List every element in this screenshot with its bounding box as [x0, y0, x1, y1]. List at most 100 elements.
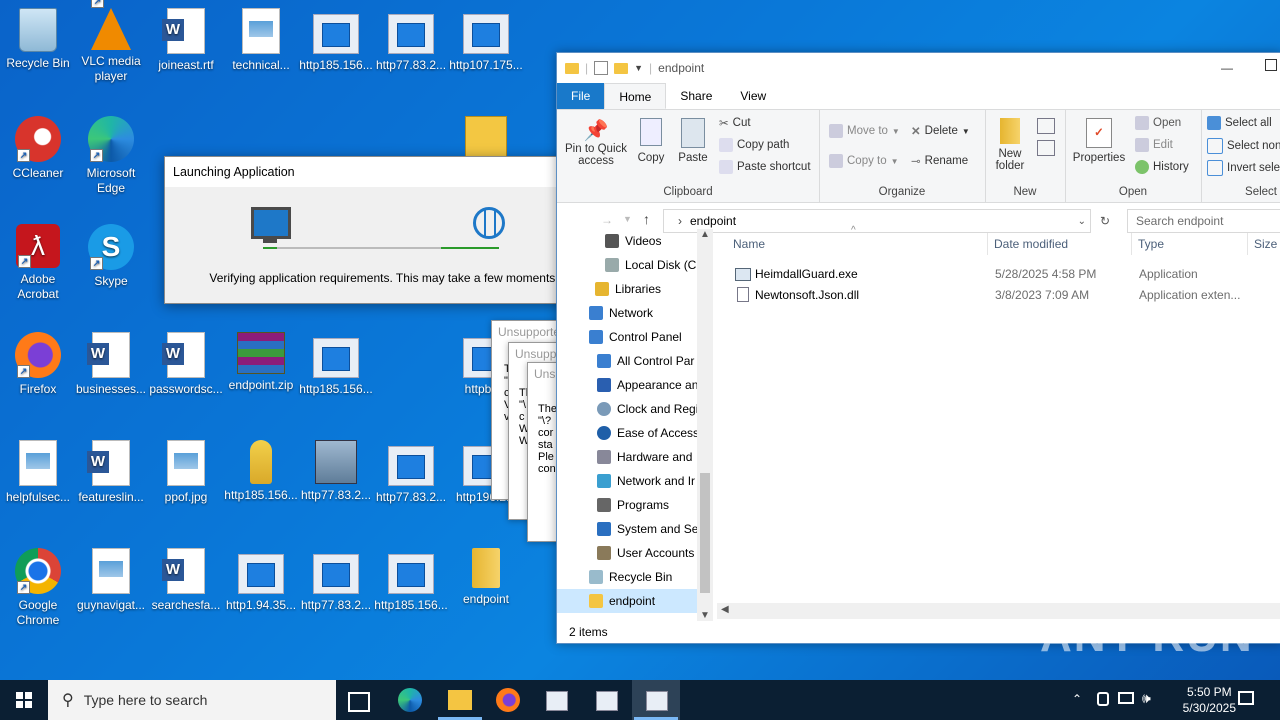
tab-home[interactable]: Home — [604, 83, 667, 109]
desktop-icon-featureslin[interactable]: W featureslin... — [73, 440, 149, 505]
desktop-icon-http1-94[interactable]: http1.94.35... — [223, 548, 299, 613]
desktop-icon-guynavigat[interactable]: guynavigat... — [73, 548, 149, 613]
desktop-icon-http77-installer[interactable]: http77.83.2... — [298, 440, 374, 503]
nav-item-network-internet[interactable]: Network and Ir — [557, 469, 713, 493]
network-tray-icon[interactable] — [1118, 692, 1134, 704]
column-header-type[interactable]: Type — [1138, 237, 1164, 251]
desktop-icon-businesses[interactable]: W businesses... — [73, 332, 149, 397]
nav-item-recycle-bin[interactable]: Recycle Bin — [557, 565, 713, 589]
file-row[interactable]: HeimdallGuard.exe 5/28/2025 4:58 PM Appl… — [733, 265, 1280, 285]
column-header-size[interactable]: Size — [1254, 237, 1277, 251]
refresh-icon[interactable]: ↻ — [1100, 214, 1110, 228]
file-explorer-taskbar-icon[interactable] — [448, 690, 472, 710]
edge-taskbar-icon[interactable] — [398, 688, 422, 712]
nav-item-clock-region[interactable]: Clock and Regi — [557, 397, 713, 421]
select-none-button[interactable]: Select non — [1207, 138, 1280, 154]
scroll-thumb[interactable] — [700, 473, 710, 593]
desktop-icon-http77-shield[interactable]: http77.83.2... — [298, 548, 374, 613]
nav-item-videos[interactable]: Videos — [557, 229, 713, 253]
invert-selection-button[interactable]: Invert selec — [1207, 160, 1280, 176]
new-item-icon[interactable] — [1037, 118, 1055, 134]
desktop-icon-chrome[interactable]: ↗ Google Chrome — [0, 548, 76, 628]
open-button[interactable]: Open — [1135, 116, 1181, 130]
notifications-icon[interactable] — [1238, 691, 1254, 705]
edit-button[interactable]: Edit — [1135, 138, 1173, 152]
task-view-icon[interactable] — [348, 692, 370, 712]
active-taskbar-button[interactable] — [632, 680, 680, 720]
back-arrow-icon[interactable]: → — [601, 213, 613, 227]
desktop-icon-http77-2[interactable]: http77.83.2... — [373, 440, 449, 505]
minimize-icon[interactable]: — — [1221, 61, 1233, 75]
nav-scrollbar[interactable]: ▲ ▼ — [697, 229, 713, 621]
desktop-icon-ppof[interactable]: ppof.jpg — [148, 440, 224, 505]
nav-item-all-control-panel[interactable]: All Control Par — [557, 349, 713, 373]
chevron-up-icon[interactable]: ⌃ — [1072, 692, 1082, 706]
file-explorer-window[interactable]: | ▼ | endpoint — File Home Share View 📌 … — [556, 52, 1280, 644]
move-to-button[interactable]: Move to ▼ — [829, 124, 900, 138]
tab-view[interactable]: View — [726, 83, 780, 109]
pin-quick-access-button[interactable]: 📌 Pin to Quick access — [561, 118, 631, 167]
desktop-icon-helpfulsec[interactable]: helpfulsec... — [0, 440, 76, 505]
app-window-taskbar-icon-2[interactable] — [596, 691, 618, 711]
desktop-icon-endpoint-zip[interactable]: endpoint.zip — [223, 332, 299, 393]
cut-button[interactable]: ✂ Cut — [719, 116, 751, 130]
select-all-button[interactable]: Select all — [1207, 116, 1272, 130]
desktop-icon-ccleaner[interactable]: ↗ CCleaner — [0, 116, 76, 181]
up-arrow-icon[interactable]: ↑ — [643, 211, 650, 227]
address-dropdown-icon[interactable]: ⌄ — [1078, 216, 1086, 227]
nav-item-local-disk[interactable]: Local Disk (C:) — [557, 253, 713, 277]
nav-item-appearance[interactable]: Appearance an — [557, 373, 713, 397]
nav-item-control-panel[interactable]: Control Panel — [557, 325, 713, 349]
desktop-icon-http77-1[interactable]: http77.83.2... — [373, 8, 449, 73]
desktop-icon-passwords[interactable]: W passwordsc... — [148, 332, 224, 397]
maximize-icon[interactable] — [1265, 59, 1277, 71]
copy-to-button[interactable]: Copy to ▼ — [829, 154, 899, 168]
column-header-name[interactable]: Name — [733, 237, 765, 251]
desktop-icon-searchesfa[interactable]: W searchesfa... — [148, 548, 224, 613]
scroll-left-icon[interactable]: ◀ — [721, 604, 729, 615]
desktop-icon-endpoint-folder[interactable]: endpoint — [448, 548, 524, 607]
app-window-taskbar-icon[interactable] — [546, 691, 568, 711]
desktop-icon-firefox[interactable]: ↗ Firefox — [0, 332, 76, 397]
tab-share[interactable]: Share — [666, 83, 726, 109]
nav-item-system-security[interactable]: System and Se — [557, 517, 713, 541]
device-icon[interactable] — [1097, 692, 1109, 706]
chevron-down-icon[interactable]: ▼ — [634, 63, 643, 73]
file-row[interactable]: Newtonsoft.Json.dll 3/8/2023 7:09 AM App… — [733, 286, 1280, 306]
taskbar-search[interactable]: ⚲ Type here to search — [48, 680, 336, 720]
desktop-icon-edge[interactable]: ↗ Microsoft Edge — [73, 116, 149, 196]
desktop-icon-vlc[interactable]: ↗ VLC media player — [73, 0, 149, 84]
scroll-up-icon[interactable]: ▲ — [697, 229, 713, 240]
desktop-icon-http185-1[interactable]: http185.156... — [298, 8, 374, 73]
desktop-icon-http107[interactable]: http107.175... — [448, 8, 524, 73]
history-button[interactable]: History — [1135, 160, 1189, 174]
properties-quick-icon[interactable] — [594, 61, 609, 75]
desktop-icon-http185-2[interactable]: http185.156... — [298, 332, 374, 397]
nav-item-endpoint[interactable]: endpoint — [557, 589, 713, 613]
easy-access-icon[interactable] — [1037, 140, 1055, 156]
nav-item-user-accounts[interactable]: User Accounts — [557, 541, 713, 565]
copy-button[interactable]: Copy — [631, 118, 671, 164]
recent-dropdown-icon[interactable]: ▼ — [623, 214, 632, 224]
desktop-icon-recycle-bin[interactable]: Recycle Bin — [0, 8, 76, 71]
nav-item-programs[interactable]: Programs — [557, 493, 713, 517]
delete-button[interactable]: ✕ Delete ▼ — [911, 124, 970, 138]
volume-icon[interactable]: 🕪 — [1142, 690, 1151, 707]
desktop-icon-acrobat[interactable]: ƛ ↗ Adobe Acrobat — [0, 224, 76, 302]
new-folder-button[interactable]: New folder — [989, 118, 1031, 172]
new-folder-quick-icon[interactable] — [614, 62, 629, 74]
desktop-icon-skype[interactable]: S ↗ Skype — [73, 224, 149, 289]
nav-item-network[interactable]: Network — [557, 301, 713, 325]
taskbar-clock[interactable]: 5:50 PM 5/30/2025 — [1183, 684, 1236, 716]
breadcrumb-endpoint[interactable]: endpoint — [690, 214, 736, 228]
desktop-icon-technical[interactable]: technical... — [223, 8, 299, 73]
desktop-icon-http185-key[interactable]: http185.156... — [223, 440, 299, 503]
desktop-icon-joineast[interactable]: W joineast.rtf — [148, 8, 224, 73]
desktop-icon-http185-shield[interactable]: http185.156... — [373, 548, 449, 613]
firefox-taskbar-icon[interactable] — [496, 688, 520, 712]
column-header-date[interactable]: Date modified — [994, 237, 1068, 251]
start-button[interactable] — [0, 680, 48, 720]
tab-file[interactable]: File — [557, 83, 605, 109]
rename-button[interactable]: ⊸ Rename — [911, 154, 968, 168]
launching-application-dialog[interactable]: Launching Application ✕ Verifying applic… — [164, 156, 604, 304]
